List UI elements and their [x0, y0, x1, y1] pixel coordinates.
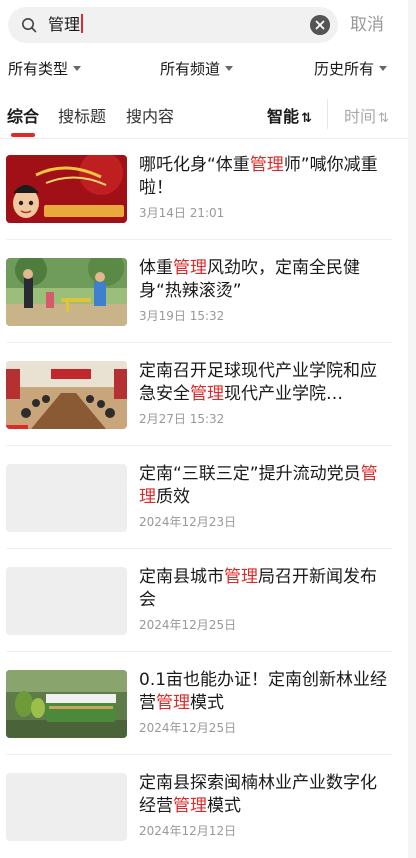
title-text: 现代产业学院… [224, 384, 343, 404]
title-text: 体重 [139, 258, 173, 278]
dropdown-arrow-icon [73, 66, 82, 71]
sort-smart-label: 智能 [267, 107, 300, 126]
news-thumbnail-placeholder [6, 567, 127, 635]
news-title[interactable]: 定南“三联三定”提升流动党员管理质效 [139, 463, 391, 509]
news-item[interactable]: 定南县城市管理局召开新闻发布会 2024年12月25日 [0, 549, 416, 652]
search-box[interactable]: 管理 [8, 7, 338, 43]
sort-arrows-icon: ⇅ [378, 111, 389, 126]
news-title[interactable]: 定南县探索闽楠林业产业数字化经营管理模式 [139, 772, 391, 818]
news-title[interactable]: 哪吒化身“体重管理师”喊你减重啦！ [139, 154, 391, 200]
nezha-image [6, 155, 127, 223]
filter-channel-label: 所有频道 [160, 60, 221, 78]
tab-search-title[interactable]: 搜标题 [58, 106, 106, 128]
news-title[interactable]: 定南召开足球现代产业学院和应急安全管理现代产业学院… [139, 360, 391, 406]
filter-history-label: 历史所有 [314, 60, 375, 78]
meeting-image [6, 361, 127, 429]
news-thumbnail [6, 670, 127, 738]
news-thumbnail-placeholder [6, 464, 127, 532]
news-item[interactable]: 定南召开足球现代产业学院和应急安全管理现代产业学院… 2月27日 15:32 [0, 343, 416, 446]
filter-bar: 所有类型 所有频道 历史所有 [0, 50, 416, 90]
title-highlight: 管理 [173, 796, 207, 816]
news-item[interactable]: 定南“三联三定”提升流动党员管理质效 2024年12月23日 [0, 446, 416, 549]
title-highlight: 管理 [190, 384, 224, 404]
news-date: 3月14日 21:01 [139, 206, 225, 220]
tab-bar: 综合 搜标题 搜内容 智能 ⇅ 时间 ⇅ [0, 95, 416, 139]
sort-divider [327, 99, 328, 129]
news-thumbnail-placeholder [6, 773, 127, 841]
title-text: 定南县城市 [139, 567, 224, 587]
title-highlight: 管理 [173, 258, 207, 278]
news-title[interactable]: 0.1亩也能办证！定南创新林业经营管理模式 [139, 669, 391, 715]
filter-type-dropdown[interactable]: 所有类型 [8, 59, 82, 79]
sort-time-label: 时间 [344, 107, 377, 126]
news-item[interactable]: 定南县探索闽楠林业产业数字化经营管理模式 2024年12月12日 [0, 755, 416, 858]
news-title[interactable]: 定南县城市管理局召开新闻发布会 [139, 566, 391, 612]
news-date: 2024年12月25日 [139, 618, 237, 632]
news-item[interactable]: 哪吒化身“体重管理师”喊你减重啦！ 3月14日 21:01 [0, 137, 416, 240]
filter-history-dropdown[interactable]: 历史所有 [314, 59, 388, 79]
forest-sign-image [6, 670, 127, 738]
clear-icon[interactable] [310, 15, 330, 35]
title-text: 哪吒化身“体重 [139, 155, 250, 175]
scroll-edge [408, 0, 416, 858]
exercise-image [6, 258, 127, 326]
tab-comprehensive[interactable]: 综合 [7, 106, 39, 128]
search-query-text: 管理 [48, 15, 81, 34]
news-date: 2024年12月12日 [139, 824, 237, 838]
search-input[interactable]: 管理 [48, 14, 84, 36]
dropdown-arrow-icon [379, 66, 388, 71]
title-text: 定南“三联三定”提升流动党员 [139, 464, 361, 484]
cancel-button[interactable]: 取消 [350, 13, 384, 37]
news-date: 2月27日 15:32 [139, 412, 225, 426]
title-highlight: 管理 [249, 155, 284, 175]
title-text: 模式 [190, 693, 224, 713]
news-thumbnail [6, 361, 127, 429]
title-highlight: 管理 [224, 567, 258, 587]
search-bar: 管理 取消 [0, 0, 416, 50]
title-text: 质效 [156, 487, 190, 507]
filter-type-label: 所有类型 [8, 60, 69, 78]
tab-search-content[interactable]: 搜内容 [126, 106, 174, 128]
news-thumbnail [6, 258, 127, 326]
text-caret [81, 14, 84, 33]
news-date: 3月19日 15:32 [139, 309, 225, 323]
dropdown-arrow-icon [225, 66, 234, 71]
news-item[interactable]: 体重管理风劲吹，定南全民健身“热辣滚烫” 3月19日 15:32 [0, 240, 416, 343]
search-icon [22, 18, 37, 33]
news-thumbnail [6, 155, 127, 223]
news-date: 2024年12月25日 [139, 721, 237, 735]
sort-smart-button[interactable]: 智能 ⇅ [267, 106, 312, 130]
title-text: 模式 [207, 796, 241, 816]
news-item[interactable]: 0.1亩也能办证！定南创新林业经营管理模式 2024年12月25日 [0, 652, 416, 755]
sort-arrows-icon: ⇅ [301, 111, 312, 126]
news-title[interactable]: 体重管理风劲吹，定南全民健身“热辣滚烫” [139, 257, 391, 303]
sort-time-button[interactable]: 时间 ⇅ [344, 106, 389, 130]
filter-channel-dropdown[interactable]: 所有频道 [160, 59, 234, 79]
title-highlight: 管理 [156, 693, 190, 713]
news-date: 2024年12月23日 [139, 515, 237, 529]
